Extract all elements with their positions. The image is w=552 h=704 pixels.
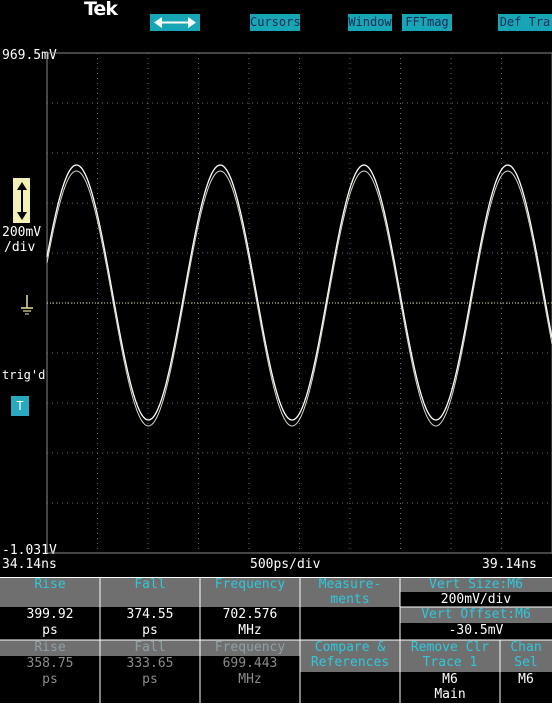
prev-rise-header: Rise [0,640,100,656]
prev-rise-unit: ps [0,672,100,689]
compare-empty-cell [300,672,400,704]
frequency-header[interactable]: Frequency [200,577,300,607]
vert-size-label[interactable]: Vert Size:M6 [400,577,552,592]
measurements-menu-button[interactable]: Measure- ments [300,577,400,607]
prev-rise-value: 358.75 [0,656,100,672]
time-per-div-label: 500ps/div [250,557,321,572]
frequency-value: 702.576 [200,607,300,623]
fall-unit: ps [100,623,200,640]
chan-sel-value[interactable]: M6 [500,672,552,704]
chan-sel-button[interactable]: Chan Sel [500,640,552,672]
remove-trace-value[interactable]: M6 Main [400,672,500,704]
measurements-empty-cell [300,607,400,640]
prev-fall-value: 333.65 [100,656,200,672]
rise-header[interactable]: Rise [0,577,100,607]
prev-fall-unit: ps [100,672,200,689]
compare-references-button[interactable]: Compare & References [300,640,400,672]
graticule-grid [46,52,552,554]
rise-value: 399.92 [0,607,100,623]
time-end-label: 39.14ns [482,557,537,572]
vert-offset-label[interactable]: Vert Offset:M6 [400,607,552,623]
prev-fall-header: Fall [100,640,200,656]
prev-frequency-unit: MHz [200,672,300,689]
remove-clr-trace-button[interactable]: Remove Clr Trace 1 [400,640,500,672]
fall-value: 374.55 [100,607,200,623]
prev-frequency-header: Frequency [200,640,300,656]
ground-marker-icon [21,295,33,315]
vert-offset-value[interactable]: -30.5mV [400,623,552,640]
rise-unit: ps [0,623,100,640]
frequency-unit: MHz [200,623,300,640]
time-start-label: 34.14ns [2,557,57,572]
vert-size-value[interactable]: 200mV/div [400,592,552,607]
fall-header[interactable]: Fall [100,577,200,607]
graticule-area [21,52,552,554]
prev-frequency-value: 699.443 [200,656,300,672]
